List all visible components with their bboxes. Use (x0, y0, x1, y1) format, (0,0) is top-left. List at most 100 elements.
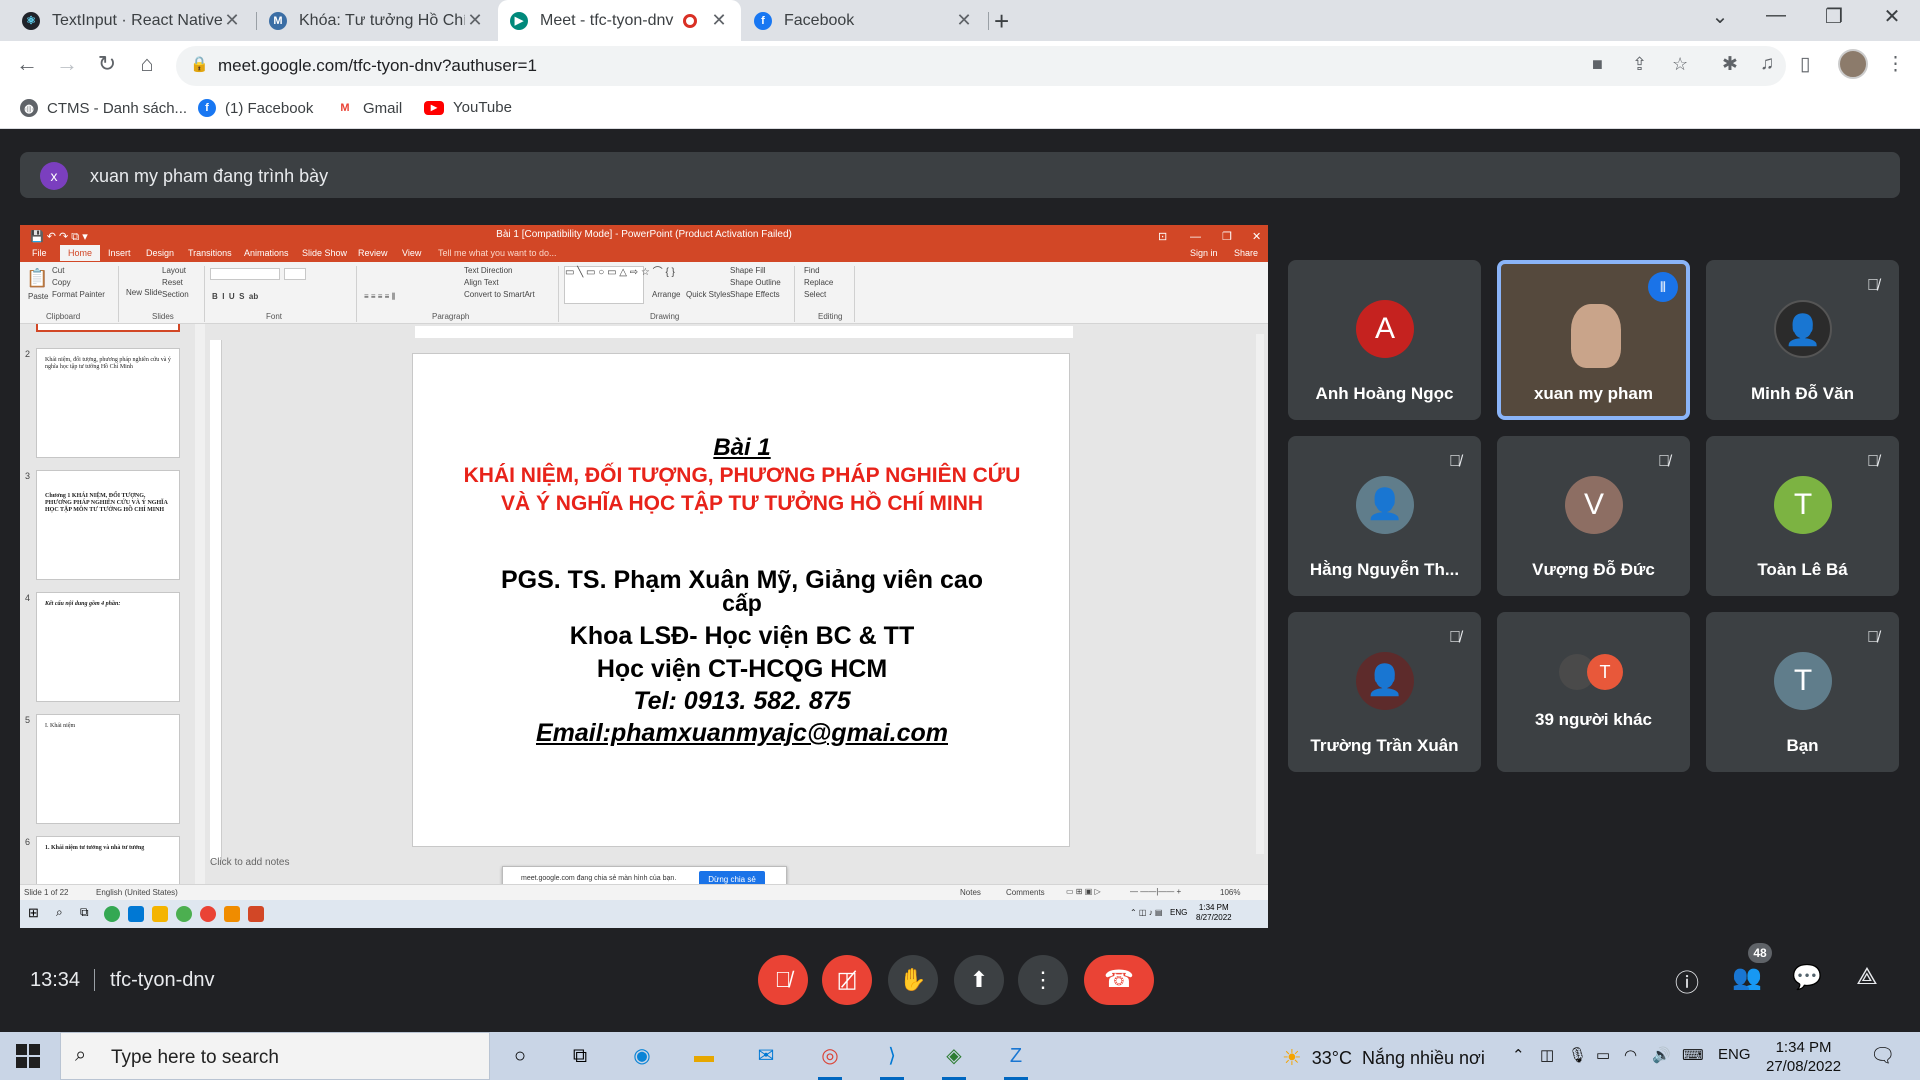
tab-search-icon[interactable]: ⌄ (1700, 4, 1740, 29)
slide-thumbnail[interactable]: 2 Khái niệm, đối tượng, phương pháp nghi… (25, 348, 180, 458)
address-bar[interactable]: 🔒 meet.google.com/tfc-tyon-dnv?authuser=… (176, 46, 1786, 86)
ribbon-tab-file[interactable]: File (32, 248, 47, 258)
window-close-button[interactable]: ✕ (1872, 4, 1912, 29)
edge-icon[interactable]: ◉ (628, 1042, 656, 1070)
zalo-icon[interactable]: Z (1002, 1042, 1030, 1080)
ppt-restore[interactable]: ❐ (1222, 227, 1232, 247)
slide-thumbnail[interactable] (36, 324, 180, 332)
paste-button[interactable]: Paste (28, 292, 48, 301)
sign-in-link[interactable]: Sign in (1190, 248, 1218, 258)
thumbnail-scrollbar[interactable] (195, 324, 205, 884)
layout-button[interactable]: Layout (162, 266, 186, 275)
slide-scrollbar[interactable] (1256, 334, 1264, 854)
slide-thumbnail[interactable]: 4 Kết cấu nội dung gồm 4 phần: (25, 592, 180, 702)
camera-tray-icon[interactable]: ◫ (1540, 1046, 1554, 1064)
participant-tile[interactable]: 🎙̸ 👤 Trường Trần Xuân (1288, 612, 1481, 772)
chevron-up-icon[interactable]: ⌃ (1512, 1046, 1525, 1064)
restore-button[interactable]: ❐ (1814, 4, 1854, 29)
start-button[interactable] (16, 1044, 40, 1068)
minimize-button[interactable]: — (1756, 4, 1796, 27)
quick-access-toolbar[interactable]: 💾 ↶ ↷ ⧉ ▾ (30, 227, 88, 247)
zoom-slider[interactable]: — ——|—— + (1130, 887, 1181, 896)
shape-outline-button[interactable]: Shape Outline (730, 278, 781, 287)
select-button[interactable]: Select (804, 290, 826, 299)
font-size-box[interactable] (284, 268, 306, 280)
new-tab-button[interactable]: + (994, 6, 1009, 37)
weather-widget[interactable]: ☀ 33°C Nắng nhiều nơi (1282, 1045, 1485, 1071)
network-icon[interactable]: ▭ (1596, 1046, 1610, 1064)
mail-icon[interactable]: ✉ (752, 1042, 780, 1070)
more-options-button[interactable]: ⋮ (1018, 955, 1068, 1005)
camera-off-button[interactable]: ◫̸ (822, 955, 872, 1005)
shape-effects-button[interactable]: Shape Effects (730, 290, 780, 299)
info-icon[interactable]: ⓘ (1670, 963, 1704, 998)
system-clock[interactable]: 1:34 PM 27/08/2022 (1766, 1038, 1841, 1076)
shape-fill-button[interactable]: Shape Fill (730, 266, 766, 275)
slide-thumbnail[interactable]: 5 I. Khái niệm (25, 714, 180, 824)
view-buttons[interactable]: ▭ ⊞ ▣ ▷ (1066, 887, 1101, 896)
leave-call-button[interactable]: ☎ (1084, 955, 1154, 1005)
shapes-gallery[interactable]: ▭ ╲ ▭ ○ ▭ △ ⇨ ☆ ⌒ { } (564, 266, 675, 304)
paste-icon[interactable]: 📋 (26, 268, 48, 289)
quick-styles-button[interactable]: Quick Styles (686, 290, 730, 299)
browser-tab-meet[interactable]: ▶ Meet - tfc-tyon-dnv ✕ (498, 0, 741, 41)
align-text-button[interactable]: Align Text (464, 278, 499, 287)
slide-thumbnail[interactable]: 6 1. Khái niệm tư tưởng và nhà tư tưởng (25, 836, 180, 884)
copy-button[interactable]: Copy (52, 278, 71, 287)
wifi-icon[interactable]: ◠ (1624, 1046, 1637, 1064)
ribbon-tab-view[interactable]: View (402, 248, 421, 258)
ribbon-tab-slideshow[interactable]: Slide Show (302, 248, 347, 258)
text-direction-button[interactable]: Text Direction (464, 266, 512, 275)
mic-off-button[interactable]: 🎙̸ (758, 955, 808, 1005)
ribbon-display-icon[interactable]: ⊡ (1158, 227, 1167, 247)
others-tile[interactable]: T 39 người khác (1497, 612, 1690, 772)
task-view-icon[interactable]: ⧉ (566, 1042, 594, 1070)
ribbon-tab-home[interactable]: Home (60, 245, 101, 261)
zoom-level[interactable]: 106% (1220, 888, 1240, 897)
ribbon-tab-review[interactable]: Review (358, 248, 388, 258)
bookmark-gmail[interactable]: M Gmail (336, 99, 402, 117)
replace-button[interactable]: Replace (804, 278, 833, 287)
file-explorer-icon[interactable]: ▬ (690, 1042, 718, 1070)
ppt-close[interactable]: ✕ (1252, 227, 1261, 247)
tell-me-box[interactable]: Tell me what you want to do... (438, 248, 557, 258)
section-button[interactable]: Section (162, 290, 189, 299)
media-icon[interactable]: ♫ (1760, 53, 1774, 75)
font-format-buttons[interactable]: B I U S ab (212, 292, 258, 301)
slide-canvas[interactable]: Bài 1 KHÁI NIỆM, ĐỐI TƯỢNG, PHƯƠNG PHÁP … (412, 353, 1070, 847)
chrome-icon[interactable]: ◎ (816, 1042, 844, 1080)
volume-icon[interactable]: 🔊 (1652, 1046, 1671, 1064)
find-button[interactable]: Find (804, 266, 820, 275)
format-painter-button[interactable]: Format Painter (52, 290, 105, 299)
reload-icon[interactable]: ↻ (92, 51, 122, 77)
participant-tile-speaking[interactable]: ⦀ xuan my pham (1497, 260, 1690, 420)
mic-tray-icon[interactable]: 🎙 (1568, 1046, 1587, 1064)
ime-icon[interactable]: ⌨ (1682, 1046, 1704, 1064)
browser-tab-react-native[interactable]: ⚛ TextInput · React Native ✕ (10, 0, 254, 41)
close-icon[interactable]: ✕ (465, 10, 485, 31)
notes-toggle[interactable]: Notes (960, 888, 981, 897)
ribbon-tab-design[interactable]: Design (146, 248, 174, 258)
camera-icon[interactable]: ■ (1592, 54, 1603, 75)
ribbon-tab-transitions[interactable]: Transitions (188, 248, 232, 258)
bookmark-facebook[interactable]: f (1) Facebook (198, 99, 313, 117)
share-link[interactable]: Share (1234, 248, 1258, 258)
browser-tab-khoa[interactable]: M Khóa: Tư tưởng Hồ Chí Minh - ch ✕ (257, 0, 497, 41)
vscode-icon[interactable]: ⟩ (878, 1042, 906, 1080)
participant-tile[interactable]: 🎙̸ 👤 Minh Đỗ Văn (1706, 260, 1899, 420)
language-indicator[interactable]: ENG (1718, 1046, 1751, 1063)
participant-tile[interactable]: A Anh Hoàng Ngọc (1288, 260, 1481, 420)
taskbar-search[interactable]: ⌕ Type here to search (60, 1032, 490, 1080)
home-icon[interactable]: ⌂ (132, 51, 162, 77)
profile-avatar[interactable] (1838, 49, 1868, 79)
ppt-minimize[interactable]: — (1190, 227, 1201, 247)
participant-tile[interactable]: 🎙̸ 👤 Hằng Nguyễn Th... (1288, 436, 1481, 596)
ribbon-tab-animations[interactable]: Animations (244, 248, 289, 258)
participant-tile[interactable]: 🎙̸ V Vượng Đỗ Đức (1497, 436, 1690, 596)
chat-icon[interactable]: 💬 (1790, 963, 1824, 992)
star-icon[interactable]: ☆ (1672, 54, 1688, 75)
notification-icon[interactable]: 🗨 (1870, 1043, 1895, 1068)
paragraph-align-buttons[interactable]: ≡ ≡ ≡ ≡ ⫼ (364, 292, 395, 302)
self-tile[interactable]: 🎙̸ T Bạn (1706, 612, 1899, 772)
cut-button[interactable]: Cut (52, 266, 64, 275)
